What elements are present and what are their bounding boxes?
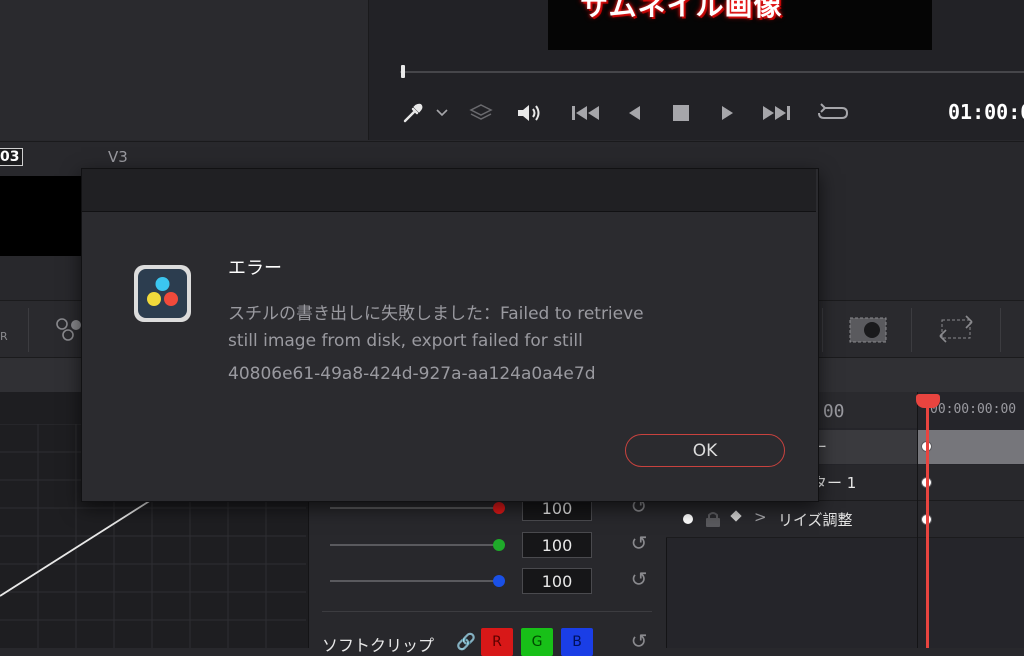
chevron-down-icon[interactable]: [432, 100, 452, 126]
stop-icon[interactable]: [670, 100, 692, 126]
mask-icon[interactable]: [848, 314, 888, 348]
layers-icon[interactable]: [468, 100, 494, 126]
chevron-right-icon[interactable]: >: [754, 508, 767, 526]
red-slider-handle[interactable]: [493, 502, 505, 514]
scrubber-bar[interactable]: [400, 71, 1024, 73]
media-panel: [0, 0, 369, 140]
viewer-frame: サムネイル画像: [548, 0, 932, 50]
transform-icon[interactable]: [936, 314, 976, 348]
eyedropper-icon[interactable]: [400, 100, 426, 126]
curve-line: [0, 487, 171, 597]
reset-icon[interactable]: ↺: [628, 567, 650, 591]
thumbnail-title: サムネイル画像: [580, 0, 783, 22]
enable-dot-icon[interactable]: [683, 514, 693, 524]
playhead-handle[interactable]: [916, 394, 940, 408]
loop-icon[interactable]: [816, 100, 850, 126]
blue-slider-track[interactable]: [330, 580, 500, 582]
green-channel-button[interactable]: G: [521, 628, 553, 656]
reset-icon[interactable]: ↺: [628, 629, 650, 653]
ok-button[interactable]: OK: [625, 434, 785, 467]
section-divider: [322, 611, 652, 612]
green-slider-handle[interactable]: [493, 539, 505, 551]
toolbar-divider: [822, 308, 823, 352]
toolbar-label: R: [0, 330, 8, 343]
play-icon[interactable]: [718, 100, 738, 126]
lock-icon[interactable]: [704, 510, 722, 532]
dialog-message-line: 40806e61-49a8-424d-927a-aa124a0a4e7d: [228, 364, 596, 384]
toolbar-divider: [1000, 308, 1001, 352]
link-icon[interactable]: 🔗: [456, 632, 476, 651]
softclip-label: ソフトクリップ: [322, 636, 435, 655]
track-name: V3: [108, 148, 128, 166]
keyframe-lane-selected[interactable]: [918, 430, 1024, 464]
green-value-field[interactable]: 100: [522, 532, 592, 558]
keyframe-row-label: リイズ調整: [778, 511, 853, 529]
play-reverse-icon[interactable]: [624, 100, 644, 126]
blue-channel-button[interactable]: B: [561, 628, 593, 656]
track-clip-thumbnail[interactable]: [0, 176, 82, 256]
viewer-timecode: 01:00:0: [948, 100, 1024, 124]
node-graph-icon[interactable]: [54, 316, 82, 346]
red-channel-button[interactable]: R: [481, 628, 513, 656]
blue-value-field[interactable]: 100: [522, 568, 592, 594]
reset-icon[interactable]: ↺: [628, 531, 650, 555]
red-slider-track[interactable]: [330, 507, 500, 509]
track-number[interactable]: 03: [0, 148, 24, 166]
dialog-message-line: still image from disk, export failed for…: [228, 331, 583, 351]
toolbar-divider: [28, 308, 29, 352]
playhead[interactable]: [926, 396, 929, 648]
keyframe-divider: [917, 392, 918, 648]
scrubber-handle[interactable]: [401, 65, 405, 78]
skip-forward-icon[interactable]: [760, 100, 792, 126]
resolve-logo-icon: [138, 269, 187, 318]
dialog-message-line: スチルの書き出しに失敗しました：Failed to retrieve: [228, 304, 644, 324]
skip-back-icon[interactable]: [570, 100, 602, 126]
blue-slider-handle[interactable]: [493, 575, 505, 587]
dialog-titlebar[interactable]: [82, 169, 816, 212]
ruler-timecode: 00:00:00:00: [930, 402, 1017, 417]
volume-icon[interactable]: [515, 100, 543, 126]
dialog-title: エラー: [228, 258, 282, 279]
green-slider-track[interactable]: [330, 544, 500, 546]
toolbar-divider: [911, 308, 912, 352]
